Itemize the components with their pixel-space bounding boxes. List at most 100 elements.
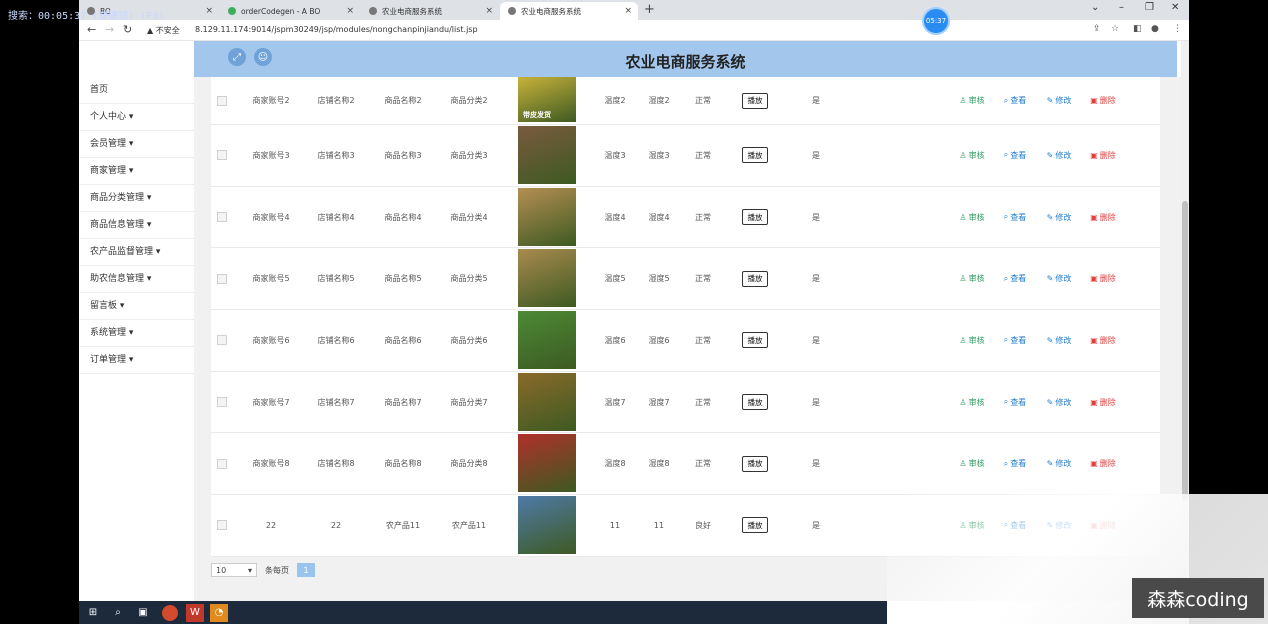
cell-temp: 温度5 <box>604 274 626 284</box>
sidebar-item[interactable]: 商家管理 ▾ <box>79 158 194 185</box>
play-button[interactable]: 播放 <box>742 209 768 226</box>
view-button[interactable]: ⌕查看 <box>1004 212 1026 223</box>
play-button[interactable]: 播放 <box>742 147 768 164</box>
cell-name: 商品名称2 <box>384 96 422 105</box>
delete-button[interactable]: ▣删除 <box>1090 212 1116 223</box>
close-icon[interactable]: × <box>346 6 354 16</box>
new-tab-button[interactable]: + <box>644 2 655 17</box>
play-button[interactable]: 播放 <box>742 455 768 472</box>
row-checkbox[interactable] <box>217 273 227 284</box>
row-checkbox[interactable] <box>217 397 227 408</box>
edit-button[interactable]: ✎修改 <box>1047 397 1072 408</box>
row-checkbox[interactable] <box>217 95 227 106</box>
approve-button[interactable]: ♙审核 <box>959 397 984 408</box>
view-label: 查看 <box>1010 397 1027 407</box>
edit-button[interactable]: ✎修改 <box>1047 335 1072 346</box>
view-button[interactable]: ⌕查看 <box>1004 335 1026 346</box>
sidebar-item[interactable]: 个人中心 ▾ <box>79 104 194 131</box>
menu-icon[interactable]: ⋮ <box>1173 24 1182 34</box>
fullscreen-icon[interactable]: ⤢ <box>228 48 246 66</box>
wechat-icon[interactable]: ◔ <box>210 603 228 622</box>
taskbar: ⊞ ⌕ ▣ W ◔ <box>79 601 887 624</box>
side-panel-icon[interactable]: ◧ <box>1133 24 1142 34</box>
play-button[interactable]: 播放 <box>742 270 768 287</box>
view-button[interactable]: ⌕查看 <box>1004 95 1026 106</box>
close-window-icon[interactable]: ✕ <box>1171 2 1179 13</box>
task-view-icon[interactable]: ▣ <box>132 603 154 623</box>
reload-icon[interactable]: ↻ <box>123 23 132 36</box>
sidebar-item[interactable]: 留言板 ▾ <box>79 293 194 320</box>
row-checkbox[interactable] <box>217 335 227 346</box>
edit-button[interactable]: ✎修改 <box>1047 458 1072 469</box>
play-button[interactable]: 播放 <box>742 517 768 534</box>
sidebar-item[interactable]: 助农信息管理 ▾ <box>79 266 194 293</box>
sidebar-item[interactable]: 商品信息管理 ▾ <box>79 212 194 239</box>
view-button[interactable]: ⌕查看 <box>1004 458 1026 469</box>
delete-button[interactable]: ▣删除 <box>1090 458 1116 469</box>
cell-name: 商品名称6 <box>384 335 422 345</box>
url-field[interactable]: 8.129.11.174:9014/jspm30249/jsp/modules/… <box>195 25 478 34</box>
approve-button[interactable]: ♙审核 <box>959 95 984 106</box>
delete-button[interactable]: ▣删除 <box>1090 397 1116 408</box>
minimize-icon[interactable]: – <box>1119 2 1124 13</box>
edit-button[interactable]: ✎修改 <box>1047 150 1072 161</box>
profile-icon[interactable]: ● <box>1151 24 1159 34</box>
sidebar-item[interactable]: 会员管理 ▾ <box>79 131 194 158</box>
approve-button[interactable]: ♙审核 <box>959 273 984 284</box>
edit-button[interactable]: ✎修改 <box>1047 95 1072 106</box>
scrollbar-thumb[interactable] <box>1182 201 1188 501</box>
restore-icon[interactable]: ❐ <box>1145 2 1154 13</box>
row-checkbox[interactable] <box>217 520 227 531</box>
forward-icon[interactable]: → <box>105 23 114 36</box>
approve-button[interactable]: ♙审核 <box>959 150 984 161</box>
windows-start-icon[interactable]: ⊞ <box>82 603 104 623</box>
user-icon[interactable]: ☺ <box>254 48 272 66</box>
wps-icon[interactable]: W <box>186 603 204 622</box>
close-icon[interactable]: × <box>624 6 632 16</box>
bookmark-star-icon[interactable]: ☆ <box>1111 24 1119 34</box>
back-icon[interactable]: ← <box>87 23 96 36</box>
share-icon[interactable]: ⇪ <box>1093 24 1101 34</box>
security-warning[interactable]: ▲ 不安全 <box>147 25 180 36</box>
sidebar-item[interactable]: 农产品监督管理 ▾ <box>79 239 194 266</box>
page-number-button[interactable]: 1 <box>297 563 315 577</box>
view-button[interactable]: ⌕查看 <box>1004 397 1026 408</box>
approve-button[interactable]: ♙审核 <box>959 212 984 223</box>
page-size-select[interactable]: 10 ▾ <box>211 563 257 577</box>
chevron-down-icon[interactable]: ⌄ <box>1091 2 1099 13</box>
edit-button[interactable]: ✎修改 <box>1047 212 1072 223</box>
cell-status: 正常 <box>695 459 711 469</box>
view-button[interactable]: ⌕查看 <box>1004 273 1026 284</box>
tab-2[interactable]: orderCodegen - A BO × <box>220 2 360 20</box>
approve-button[interactable]: ♙审核 <box>959 335 984 346</box>
row-checkbox[interactable] <box>217 458 227 469</box>
sidebar-item[interactable]: 商品分类管理 ▾ <box>79 185 194 212</box>
play-button[interactable]: 播放 <box>742 394 768 411</box>
close-icon[interactable]: × <box>485 6 493 16</box>
view-icon: ⌕ <box>1003 150 1009 160</box>
delete-button[interactable]: ▣删除 <box>1090 335 1116 346</box>
delete-button[interactable]: ▣删除 <box>1090 150 1116 161</box>
approve-button[interactable]: ♙审核 <box>959 458 984 469</box>
row-checkbox[interactable] <box>217 212 227 223</box>
view-button[interactable]: ⌕查看 <box>1004 150 1026 161</box>
sidebar-item[interactable]: 订单管理 ▾ <box>79 347 194 374</box>
row-checkbox[interactable] <box>217 150 227 161</box>
delete-button[interactable]: ▣删除 <box>1090 95 1116 106</box>
search-icon[interactable]: ⌕ <box>107 603 129 623</box>
delete-button[interactable]: ▣删除 <box>1090 273 1116 284</box>
play-button[interactable]: 播放 <box>742 92 768 109</box>
tab-3[interactable]: 农业电商服务系统 × <box>361 2 499 20</box>
play-button[interactable]: 播放 <box>742 332 768 349</box>
cell-temp: 温度7 <box>604 397 626 407</box>
sidebar-item[interactable]: 首页 <box>79 77 194 104</box>
approve-label: 审核 <box>968 459 985 469</box>
tab-4-active[interactable]: 农业电商服务系统 × <box>500 2 638 20</box>
chrome-icon[interactable] <box>162 604 178 621</box>
cell-humidity: 湿度7 <box>648 397 670 407</box>
view-label: 查看 <box>1010 274 1027 284</box>
sidebar-item[interactable]: 系统管理 ▾ <box>79 320 194 347</box>
close-icon[interactable]: × <box>205 6 213 16</box>
edit-button[interactable]: ✎修改 <box>1047 273 1072 284</box>
play-cell: 播放 <box>742 248 768 309</box>
